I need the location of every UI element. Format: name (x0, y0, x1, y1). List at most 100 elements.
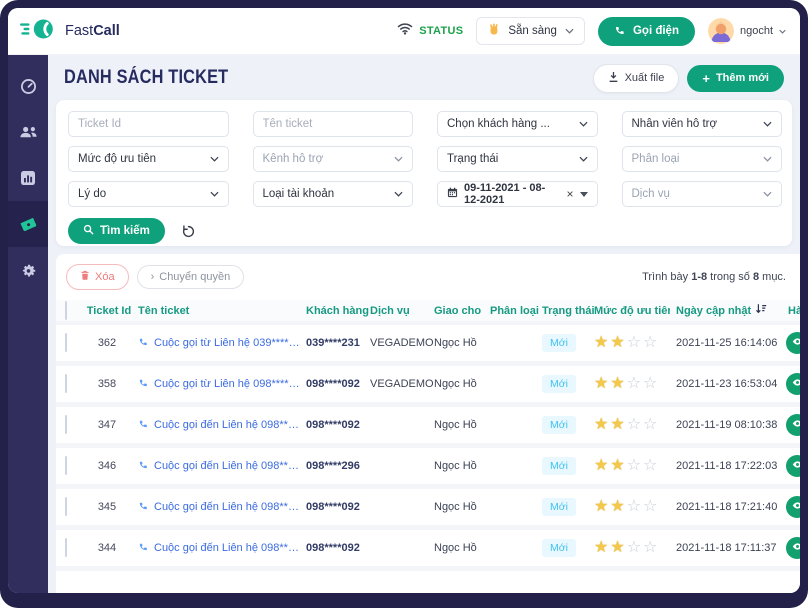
date-range-value: 09-11-2021 - 08-12-2021 (464, 182, 560, 206)
view-ticket-button[interactable] (786, 455, 800, 477)
table-row: 358 Cuộc gọi từ Liên hệ 098****092 098**… (56, 366, 800, 407)
add-new-button[interactable]: + Thêm mới (687, 65, 784, 92)
updated-date-cell: 2021-11-19 08:10:38 (670, 419, 782, 431)
eye-icon (791, 376, 801, 392)
view-ticket-button[interactable] (786, 496, 800, 518)
priority-select[interactable]: Mức độ ưu tiên (68, 146, 229, 172)
row-checkbox[interactable] (65, 456, 67, 475)
actions-cell (782, 414, 800, 436)
account-type-select[interactable]: Loại tài khoản (253, 181, 414, 207)
status-badge: Mới (542, 416, 576, 434)
ticket-name-link[interactable]: Cuộc gọi đến Liên hệ 098****092 (132, 418, 306, 432)
row-checkbox[interactable] (65, 538, 67, 557)
priority-stars: ★★☆☆ (594, 335, 670, 351)
view-ticket-button[interactable] (786, 373, 800, 395)
ticket-id-cell: 344 (86, 542, 132, 554)
clear-date-icon[interactable]: × (566, 187, 573, 201)
sidebar-item-reports[interactable] (8, 155, 48, 201)
updated-date-cell: 2021-11-18 17:22:03 (670, 460, 782, 472)
row-checkbox[interactable] (65, 497, 67, 516)
main-content: DANH SÁCH TICKET Xuất file (48, 55, 800, 593)
eye-icon (791, 540, 801, 556)
row-checkbox[interactable] (65, 415, 67, 434)
status-cell: Mới (542, 498, 594, 516)
select-all-checkbox[interactable] (65, 301, 67, 320)
ticket-name-link[interactable]: Cuộc gọi từ Liên hệ 039****231 (132, 336, 306, 350)
column-header-ticket-id: Ticket Id (86, 305, 132, 317)
sidebar-item-dashboard[interactable] (8, 63, 48, 109)
chevron-down-icon (579, 118, 588, 130)
star-filled-icon: ★ (594, 417, 610, 433)
status-badge: Mới (542, 457, 576, 475)
status-cell: Mới (542, 416, 594, 434)
ticket-table-panel: Xóa › Chuyển quyền Trình bày 1-8 trong s… (56, 254, 800, 593)
contacts-icon (19, 125, 38, 139)
status-badge: Mới (542, 375, 576, 393)
fastcall-logo-icon (20, 16, 58, 47)
ticket-name-link[interactable]: Cuộc gọi đến Liên hệ 098****092 (132, 500, 306, 514)
star-empty-icon: ☆ (643, 417, 659, 433)
ticket-name-link[interactable]: Cuộc gọi đến Liên hệ 098****296 (132, 459, 306, 473)
transfer-rights-button[interactable]: › Chuyển quyền (137, 265, 245, 289)
search-button[interactable]: Tìm kiếm (68, 218, 165, 244)
star-empty-icon: ☆ (627, 499, 643, 515)
sidebar-item-settings[interactable] (8, 247, 48, 293)
table-row: 344 Cuộc gọi đến Liên hệ 098****092 098*… (56, 530, 800, 571)
priority-stars: ★★☆☆ (594, 376, 670, 392)
customer-select[interactable]: Chọn khách hàng ... (437, 111, 598, 137)
reason-select[interactable]: Lý do (68, 181, 229, 207)
delete-button[interactable]: Xóa (66, 264, 129, 290)
ticket-id-input[interactable] (68, 111, 229, 137)
tickets-icon (19, 215, 38, 234)
status-select[interactable]: Trạng thái (437, 146, 598, 172)
trash-icon (80, 270, 90, 284)
ticket-id-cell: 358 (86, 378, 132, 390)
ticket-name-input[interactable] (253, 111, 414, 137)
customer-cell: 098****092 (306, 501, 370, 513)
assignee-cell: Ngọc Hồ (434, 378, 490, 390)
chevron-down-icon (565, 25, 574, 37)
export-file-button[interactable]: Xuất file (593, 64, 680, 93)
availability-dropdown[interactable]: Sẵn sàng (476, 17, 585, 45)
service-cell: VEGADEMO (370, 378, 434, 390)
reset-filters-icon[interactable] (181, 224, 196, 239)
status-badge: Mới (542, 498, 576, 516)
user-menu[interactable]: ngocht (708, 18, 786, 44)
support-channel-select[interactable]: Kênh hỗ trợ (253, 146, 414, 172)
phone-call-icon (138, 541, 149, 555)
ticket-id-cell: 346 (86, 460, 132, 472)
star-filled-icon: ★ (610, 458, 626, 474)
caret-down-icon[interactable] (580, 192, 588, 197)
fastcall-logo[interactable]: FastCall (20, 16, 120, 47)
table-toolbar: Xóa › Chuyển quyền Trình bày 1-8 trong s… (56, 254, 800, 300)
category-select[interactable]: Phân loại (622, 146, 783, 172)
chevron-right-icon: › (151, 271, 155, 283)
ticket-name-link[interactable]: Cuộc gọi đến Liên hệ 098****092 (132, 541, 306, 555)
pagination-summary: Trình bày 1-8 trong số 8 mục. (642, 271, 786, 283)
call-button[interactable]: Gọi điện (598, 17, 695, 46)
add-new-label: Thêm mới (716, 72, 769, 84)
priority-stars: ★★☆☆ (594, 458, 670, 474)
sidebar-item-tickets[interactable] (8, 201, 48, 247)
customer-cell: 098****092 (306, 542, 370, 554)
view-ticket-button[interactable] (786, 414, 800, 436)
service-select[interactable]: Dịch vụ (622, 181, 783, 207)
availability-value: Sẵn sàng (508, 25, 557, 37)
support-staff-select[interactable]: Nhân viên hỗ trợ (622, 111, 783, 137)
star-filled-icon: ★ (610, 417, 626, 433)
ticket-name-link[interactable]: Cuộc gọi từ Liên hệ 098****092 (132, 377, 306, 391)
star-empty-icon: ☆ (643, 540, 659, 556)
phone-call-icon (138, 336, 149, 350)
row-checkbox[interactable] (65, 374, 67, 393)
dashboard-icon (20, 78, 37, 95)
row-checkbox[interactable] (65, 333, 67, 352)
date-range-picker[interactable]: 09-11-2021 - 08-12-2021 × (437, 181, 598, 207)
view-ticket-button[interactable] (786, 537, 800, 559)
table-row: 347 Cuộc gọi đến Liên hệ 098****092 098*… (56, 407, 800, 448)
star-filled-icon: ★ (594, 458, 610, 474)
status-cell: Mới (542, 457, 594, 475)
status-label: STATUS (419, 25, 463, 37)
sidebar-item-contacts[interactable] (8, 109, 48, 155)
view-ticket-button[interactable] (786, 332, 800, 354)
column-header-updated[interactable]: Ngày cập nhật (670, 303, 782, 318)
